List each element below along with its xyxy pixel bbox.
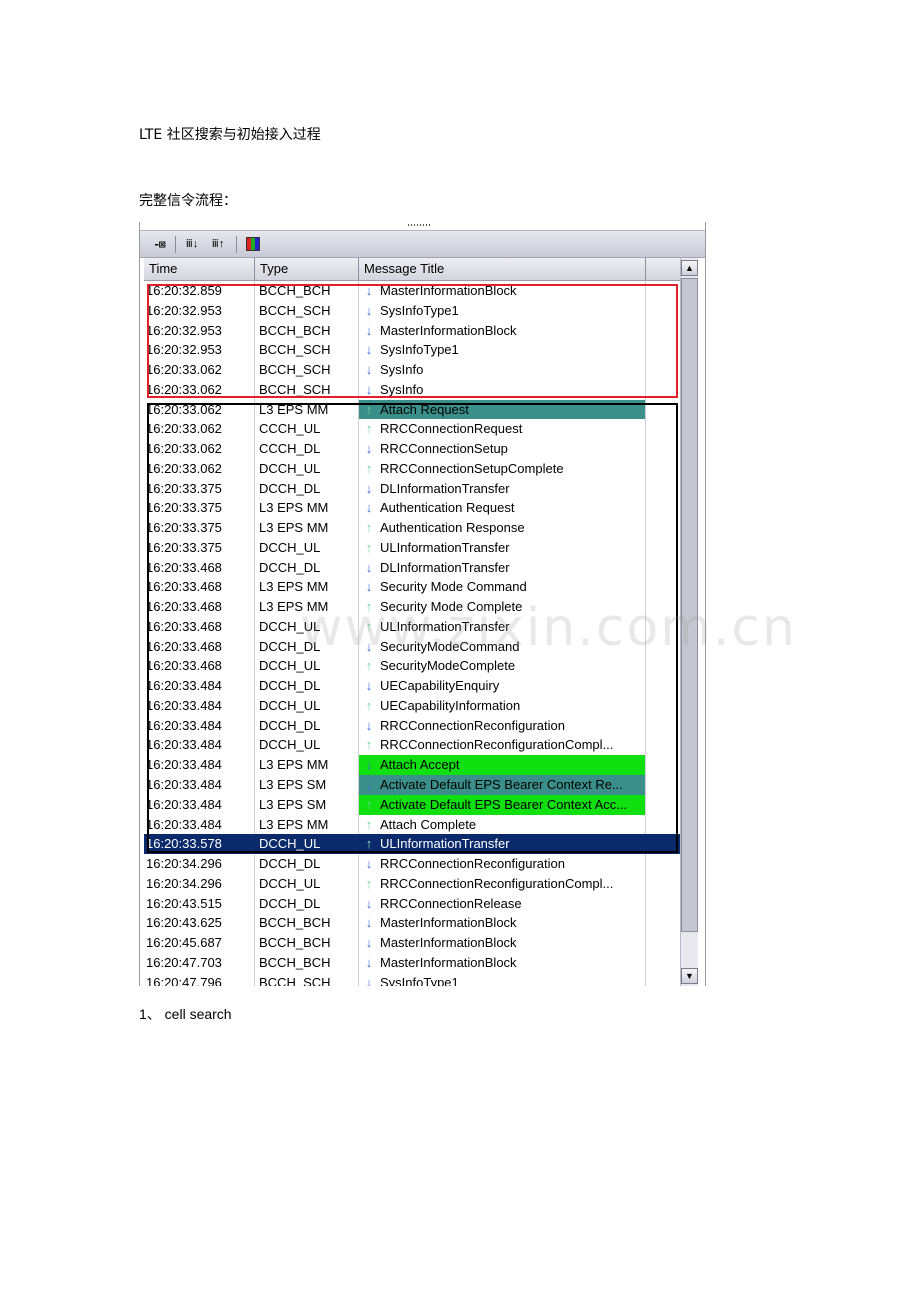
cell-message-title: ↓ MasterInformationBlock <box>359 933 646 953</box>
cell-type: BCCH_BCH <box>255 952 359 973</box>
downlink-arrow-icon: ↓ <box>365 954 373 970</box>
downlink-arrow-icon: ↓ <box>365 935 373 951</box>
cell-time: 16:20:45.687 <box>144 933 255 953</box>
column-header-time[interactable]: Time <box>144 258 255 280</box>
message-title-text: MasterInformationBlock <box>380 935 517 951</box>
cell-message-title: ↓ MasterInformationBlock <box>359 913 646 934</box>
panel-resize-grip[interactable] <box>140 222 705 230</box>
watermark: www.zixin.com.cn <box>300 598 797 658</box>
cell-message-title: ↓ MasterInformationBlock <box>359 952 646 973</box>
document-subtitle: 完整信令流程： <box>139 193 237 209</box>
cell-time: 16:20:34.296 <box>144 854 255 874</box>
find-next-icon[interactable]: ⅲ↓ <box>181 236 203 253</box>
message-title-text: RRCConnectionReconfigurationCompl... <box>380 875 614 891</box>
toolbar-separator <box>236 236 237 253</box>
scroll-up-arrow-icon[interactable]: ▲ <box>681 260 698 276</box>
table-header: Time Type Message Title <box>144 258 683 281</box>
message-title-text: SysInfoType1 <box>380 974 459 986</box>
cell-time: 16:20:47.796 <box>144 972 255 986</box>
table-row[interactable]: 16:20:47.703 BCCH_BCH ↓ MasterInformationBl… <box>144 952 683 973</box>
uplink-arrow-icon: ↑ <box>365 875 373 891</box>
cell-type: DCCH_DL <box>255 893 359 914</box>
cell-message-title: ↓ RRCConnectionRelease <box>359 893 646 914</box>
cell-time: 16:20:43.625 <box>144 913 255 934</box>
cell-time: 16:20:47.703 <box>144 952 255 973</box>
table-row[interactable]: 16:20:43.625 BCCH_BCH ↓ MasterInformationBl… <box>144 913 683 934</box>
cell-time: 16:20:34.296 <box>144 873 255 894</box>
downlink-arrow-icon: ↓ <box>365 915 373 931</box>
message-title-text: RRCConnectionReconfiguration <box>380 856 565 872</box>
downlink-arrow-icon: ↓ <box>365 974 373 986</box>
cell-search-annotation-box <box>147 284 678 398</box>
cell-type: BCCH_SCH <box>255 972 359 986</box>
column-header-spacer <box>646 258 683 280</box>
downlink-arrow-icon: ↓ <box>365 856 373 872</box>
table-row[interactable]: 16:20:34.296 DCCH_DL ↓ RRCConnectionReconfi… <box>144 854 683 874</box>
table-row[interactable]: 16:20:34.296 DCCH_UL ↑ RRCConnectionReconfi… <box>144 873 683 894</box>
find-previous-icon[interactable]: ⅲ↑ <box>207 236 229 253</box>
cell-message-title: ↓ SysInfoType1 <box>359 972 646 986</box>
panel-toolbar: -⊠ ⅲ↓ ⅲ↑ <box>140 230 705 258</box>
table-row[interactable]: 16:20:45.687 BCCH_BCH ↓ MasterInformationBl… <box>144 933 683 953</box>
cell-message-title: ↓ RRCConnectionReconfiguration <box>359 854 646 874</box>
cell-time: 16:20:43.515 <box>144 893 255 914</box>
table-row[interactable]: 16:20:43.515 DCCH_DL ↓ RRCConnectionRelease <box>144 893 683 914</box>
downlink-arrow-icon: ↓ <box>365 895 373 911</box>
toolbar-separator <box>175 236 176 253</box>
message-title-text: MasterInformationBlock <box>380 954 517 970</box>
pin-icon[interactable]: -⊠ <box>148 236 170 253</box>
document-title: LTE 社区搜索与初始接入过程 <box>139 127 321 143</box>
column-header-type[interactable]: Type <box>255 258 359 280</box>
cell-message-title: ↑ RRCConnectionReconfigurationCompl... <box>359 873 646 894</box>
scroll-down-arrow-icon[interactable]: ▼ <box>681 968 698 984</box>
section-heading: 1、 cell search <box>139 1006 232 1022</box>
color-grid-icon[interactable] <box>244 236 262 253</box>
table-row[interactable]: 16:20:47.796 BCCH_SCH ↓ SysInfoType1 <box>144 972 683 986</box>
cell-type: BCCH_BCH <box>255 913 359 934</box>
cell-type: BCCH_BCH <box>255 933 359 953</box>
cell-type: DCCH_UL <box>255 873 359 894</box>
column-header-message-title[interactable]: Message Title <box>359 258 646 280</box>
cell-type: DCCH_DL <box>255 854 359 874</box>
message-title-text: MasterInformationBlock <box>380 915 517 931</box>
message-title-text: RRCConnectionRelease <box>380 895 522 911</box>
